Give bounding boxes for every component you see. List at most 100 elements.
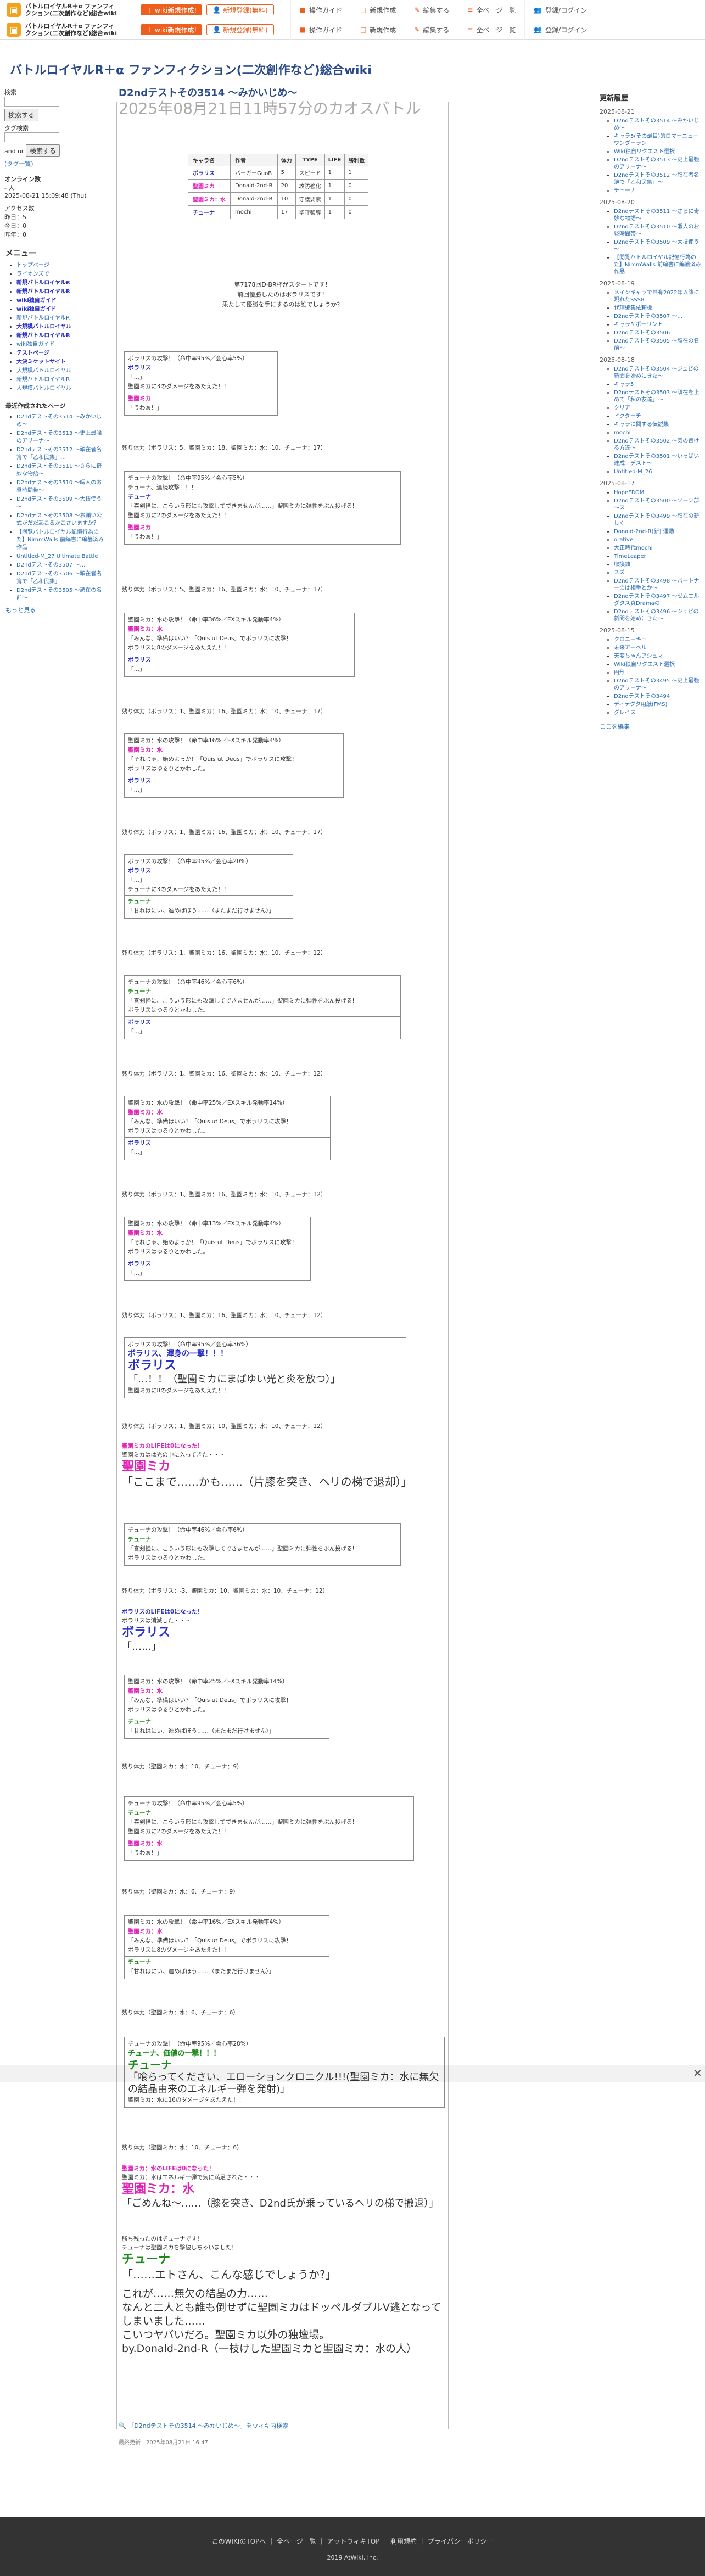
all-pages-menu[interactable]: ≡ 全ページ一覧 [458, 20, 524, 40]
update-link[interactable]: D2ndテストその3499 ～頑在の新しく [614, 513, 699, 527]
update-item[interactable]: Wiki独自リクエスト選択 [614, 661, 704, 668]
menu-link[interactable]: テストページ [16, 350, 49, 356]
recent-item[interactable]: D2ndテストその3509 ～大技使う～ [16, 496, 104, 511]
edit-menu[interactable]: ✎ 編集する [405, 0, 458, 20]
recent-link[interactable]: D2ndテストその3506 ～頑在者名簿で「乙和民集」 [16, 571, 102, 585]
update-link[interactable]: グレイス [614, 710, 636, 716]
update-item[interactable]: チューナ [614, 187, 704, 194]
update-item[interactable]: スズ [614, 569, 704, 576]
menu-item[interactable]: 新規バトルロイヤルR [16, 332, 104, 340]
update-item[interactable]: D2ndテストその3496 ～ジュピの新聞を始めにきた～ [614, 608, 704, 623]
login-menu[interactable]: 👥 登録/ログイン [524, 0, 596, 20]
update-item[interactable]: D2ndテストその3506 [614, 329, 704, 337]
recent-link[interactable]: D2ndテストその3510 ～暇人のお昼時間帯～ [16, 480, 102, 494]
more-link[interactable]: もっと見る [5, 607, 36, 614]
tag-list-link[interactable]: (タグ一覧) [4, 160, 33, 167]
update-item[interactable]: クロニーキュ [614, 636, 704, 643]
menu-link[interactable]: トップページ [16, 262, 49, 268]
update-item[interactable]: D2ndテストその3495 ～史上最強のアリーナ～ [614, 677, 704, 692]
update-link[interactable]: Wiki独自リクエスト選択 [614, 662, 675, 668]
update-item[interactable]: 大正時代mochi [614, 545, 704, 552]
update-item[interactable]: キャラ5(その最目)的ロマーニュ－ワンダーラン [614, 133, 704, 147]
site-logo-icon[interactable]: ▣ [7, 23, 21, 37]
site-name[interactable]: バトルロイヤルR＋α ファンフィクション(二次創作など)総合wiki [25, 23, 119, 37]
update-link[interactable]: D2ndテストその3503 ～頑在を止めて「私の友達」～ [614, 390, 699, 403]
update-item[interactable]: キャラ3 ポーリント [614, 321, 704, 328]
update-item[interactable]: D2ndテストその3498 ～パートナーのは相手とか～ [614, 578, 704, 592]
guide-menu[interactable]: ■ 操作ガイド [290, 0, 351, 20]
update-item[interactable]: D2ndテストその3501 ～いっぱい達成！デスト～ [614, 453, 704, 467]
update-link[interactable]: HopeFROM [614, 490, 644, 496]
recent-link[interactable]: D2ndテストその3508 ～お願い公式がだだ起こるかこさいますか？ [16, 513, 102, 527]
update-link[interactable]: 代理編集依頼板 [614, 305, 652, 311]
menu-item[interactable]: 新規バトルロイヤルR [16, 279, 104, 287]
menu-link[interactable]: 新規バトルロイヤルR [16, 289, 70, 295]
login-menu[interactable]: 👥 登録/ログイン [524, 20, 596, 40]
update-item[interactable]: キャラに関する伝説集 [614, 421, 704, 428]
update-link[interactable]: 天変ちゃんアシュマ [614, 653, 663, 659]
menu-item[interactable]: wiki独自ガイド [16, 341, 104, 349]
recent-item[interactable]: D2ndテストその3507 ～… [16, 562, 104, 569]
update-item[interactable]: Wiki独自リクエスト選択 [614, 148, 704, 155]
update-link[interactable]: D2ndテストその3504 ～ジュピの新聞を始めにきた～ [614, 366, 699, 379]
update-link[interactable]: D2ndテストその3509 ～大技使う～ [614, 239, 699, 253]
update-link[interactable]: キャラ5 [614, 382, 634, 388]
update-link[interactable]: D2ndテストその3496 ～ジュピの新聞を始めにきた～ [614, 609, 699, 622]
close-icon[interactable]: ✕ [693, 2067, 702, 2080]
update-link[interactable]: D2ndテストその3513 ～史上最強のアリーナ～ [614, 157, 699, 170]
recent-link[interactable]: Untitled-M_27 Ultimate Battle [16, 553, 98, 559]
update-item[interactable]: 取換錐 [614, 561, 704, 568]
update-item[interactable]: 天変ちゃんアシュマ [614, 653, 704, 660]
edit-menu[interactable]: ✎ 編集する [405, 20, 458, 40]
update-link[interactable]: D2ndテストその3501 ～いっぱい達成！デスト～ [614, 453, 699, 467]
update-link[interactable]: D2ndテストその3505 ～頑在の名前～ [614, 338, 699, 351]
update-link[interactable]: D2ndテストその3497 ～ゼムエルダタス真Dramaの [614, 593, 699, 607]
menu-link[interactable]: ライオンズで [16, 271, 49, 277]
new-page-menu[interactable]: □ 新規作成 [350, 20, 405, 40]
update-link[interactable]: TimeLeaper [614, 553, 646, 559]
update-link[interactable]: ドクターチ [614, 413, 641, 419]
update-link[interactable]: orative [614, 537, 633, 543]
update-link[interactable]: D2ndテストその3512 ～頑在者名簿で「乙和民集」～ [614, 172, 699, 186]
all-pages-menu[interactable]: ≡ 全ページ一覧 [458, 0, 524, 20]
update-link[interactable]: キャラ5(その最目)的ロマーニュ－ワンダーラン [614, 133, 698, 147]
menu-item[interactable]: 新規バトルロイヤルR [16, 376, 104, 384]
update-item[interactable]: orative [614, 536, 704, 544]
update-item[interactable]: HopeFROM [614, 489, 704, 496]
menu-link[interactable]: 新規バトルロイヤルR [16, 280, 70, 286]
update-link[interactable]: D2ndテストその3498 ～パートナーのは相手とか～ [614, 578, 699, 591]
update-link[interactable]: D2ndテストその3507 ～… [614, 313, 682, 320]
update-link[interactable]: Untitled-M_26 [614, 469, 652, 475]
update-item[interactable]: キャラ5 [614, 381, 704, 388]
menu-link[interactable]: 大決ミケットサイト [16, 359, 66, 365]
update-link[interactable]: mochi [614, 430, 630, 436]
recent-link[interactable]: D2ndテストその3512 ～頑在者名簿で「乙和民集」… [16, 447, 102, 461]
menu-item[interactable]: wiki独自ガイド [16, 306, 104, 313]
recent-item[interactable]: D2ndテストその3514 ～みかいじめ～ [16, 413, 104, 429]
recent-item[interactable]: D2ndテストその3511 ～さらに奇妙な物語～ [16, 463, 104, 478]
menu-item[interactable]: ライオンズで [16, 271, 104, 278]
footer-links[interactable]: このWIKIのTOPへ ｜ 全ページ一覧 ｜ アットウィキTOP ｜ 利用規約 … [0, 2536, 705, 2546]
update-item[interactable]: D2ndテストその3513 ～史上最強のアリーナ～ [614, 156, 704, 171]
recent-link[interactable]: D2ndテストその3507 ～… [16, 562, 85, 568]
update-item[interactable]: 代理編集依頼板 [614, 305, 704, 312]
update-link[interactable]: キャラに関する伝説集 [614, 422, 669, 428]
and-or-radio[interactable]: and or [4, 148, 24, 155]
menu-item[interactable]: 大決ミケットサイト [16, 359, 104, 366]
update-link[interactable]: 【閲覧バトルロイヤル記憶行為のた】NimmWalls 前編書に編纂済み作品 [614, 255, 701, 275]
recent-link[interactable]: D2ndテストその3511 ～さらに奇妙な物語～ [16, 463, 102, 477]
menu-link[interactable]: 大規模バトルロイヤル [16, 324, 71, 330]
recent-link[interactable]: D2ndテストその3509 ～大技使う～ [16, 496, 102, 510]
wiki-search-link[interactable]: 「D2ndテストその3514 ～みかいじめ～」をウィキ内検索 [128, 2422, 288, 2429]
update-item[interactable]: ディテクタ用紙(FMS) [614, 701, 704, 708]
update-item[interactable]: mochi [614, 429, 704, 436]
search-button[interactable]: 検索する [4, 109, 39, 121]
menu-link[interactable]: wiki独自ガイド [16, 298, 57, 304]
register-button[interactable]: 👤 新規登録(無料) [206, 24, 274, 35]
menu-link[interactable]: wiki独自ガイド [16, 306, 57, 312]
update-link[interactable]: Donald-2nd-R(新) 運動 [614, 529, 674, 535]
update-item[interactable]: D2ndテストその3494 [614, 693, 704, 700]
menu-item[interactable]: 新規バトルロイヤルR [16, 315, 104, 322]
tag-search-input[interactable] [4, 132, 59, 142]
update-item[interactable]: D2ndテストその3500 ～ソーシ部～ス [614, 497, 704, 512]
